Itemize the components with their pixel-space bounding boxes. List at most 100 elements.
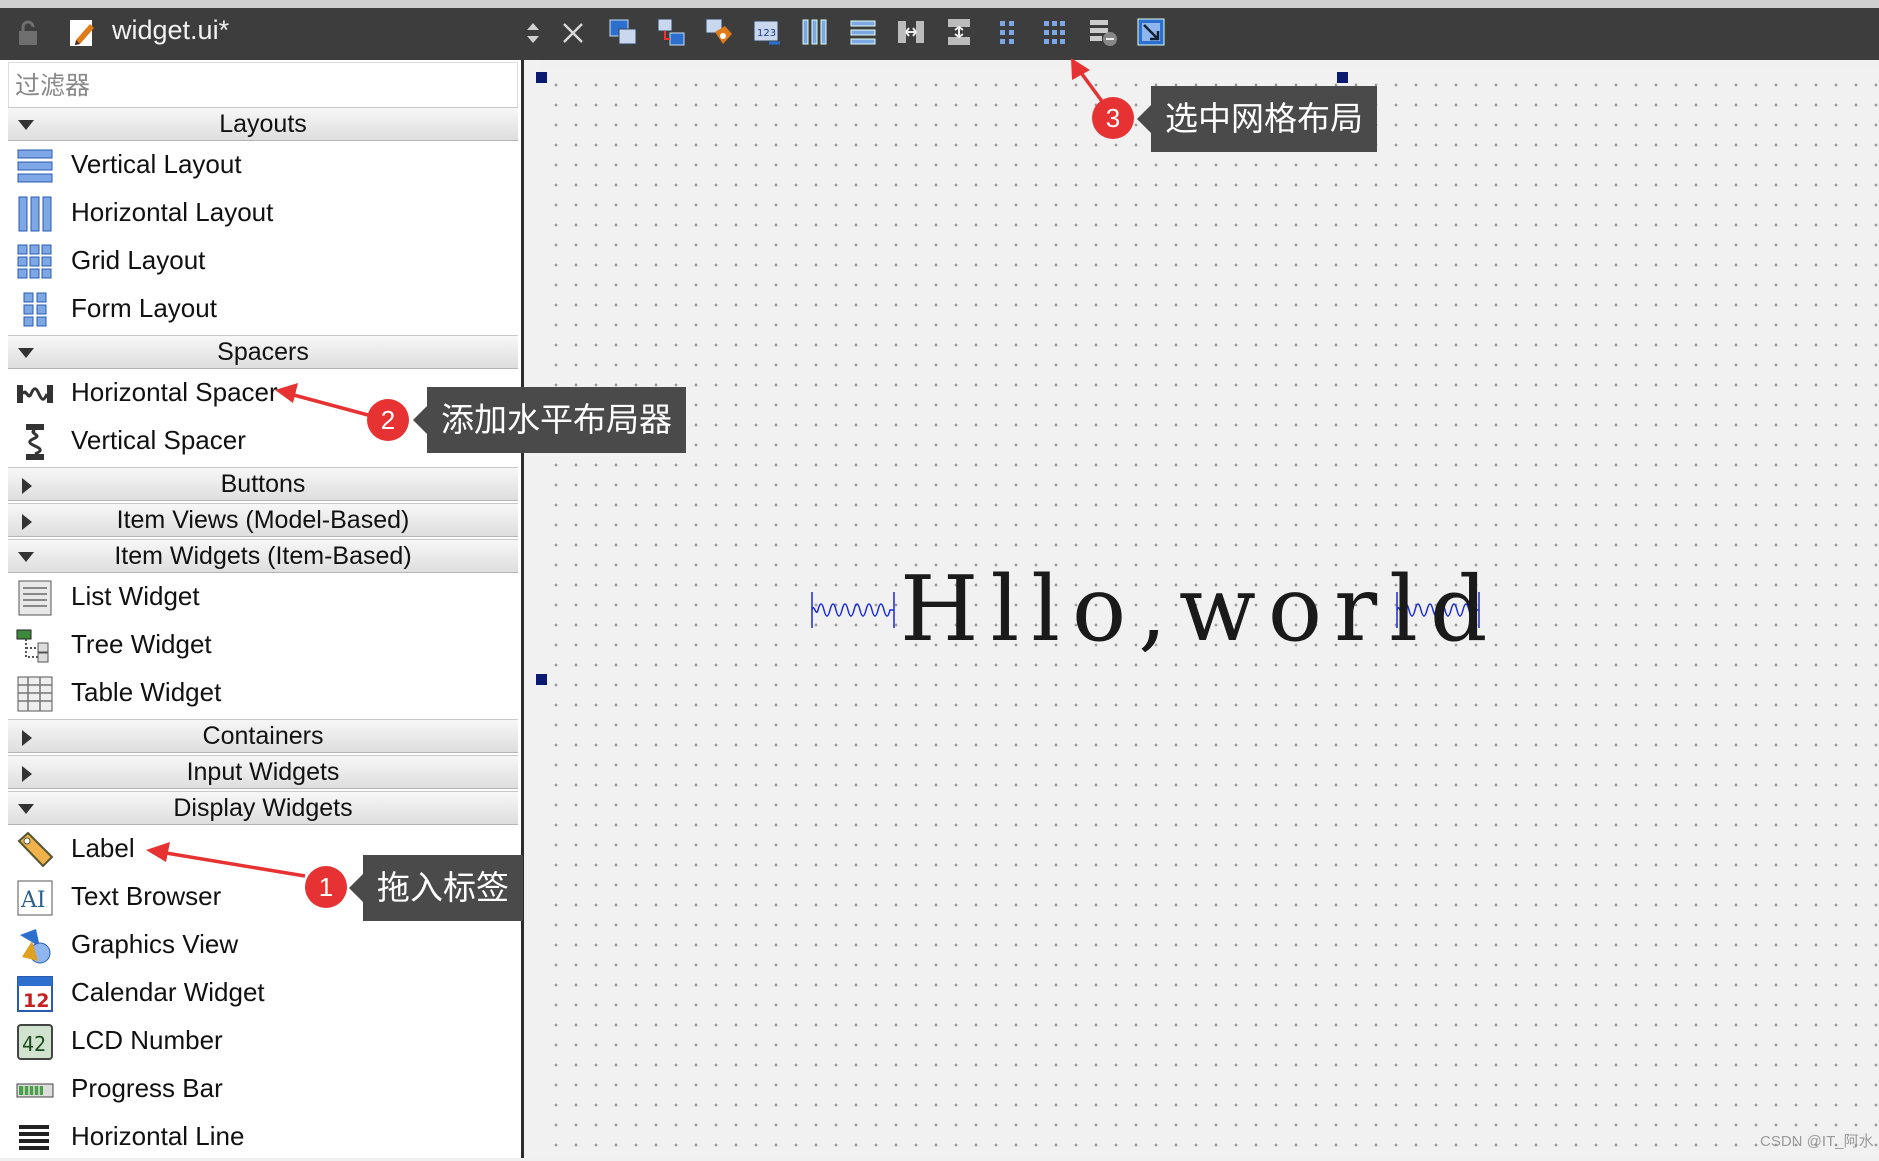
resize-handle-top-left[interactable] bbox=[536, 72, 547, 83]
edit-tab-order-icon[interactable]: 123 bbox=[751, 16, 783, 48]
widget-item-label: Vertical Spacer bbox=[71, 425, 246, 455]
widget-item-lcd-number[interactable]: 42 LCD Number bbox=[8, 1017, 518, 1065]
horizontal-layout-icon bbox=[18, 196, 52, 232]
lcd-number-icon: 42 bbox=[17, 1024, 53, 1060]
svg-text:123: 123 bbox=[757, 28, 776, 39]
horizontal-line-icon bbox=[19, 1125, 49, 1150]
file-name-label: widget.ui* bbox=[112, 15, 230, 45]
label-tag-icon bbox=[17, 831, 54, 868]
category-label: Layouts bbox=[219, 110, 307, 138]
lock-icon[interactable] bbox=[18, 20, 38, 46]
list-widget-icon bbox=[18, 580, 52, 616]
expanded-arrow-icon bbox=[18, 120, 34, 130]
edit-signals-slots-icon[interactable] bbox=[655, 16, 687, 48]
layout-vertical-icon[interactable] bbox=[847, 16, 879, 48]
widget-item-label: Progress Bar bbox=[71, 1073, 223, 1103]
layout-vertical-splitter-icon[interactable] bbox=[943, 16, 975, 48]
widget-item-label: Horizontal Layout bbox=[71, 197, 274, 227]
widget-item-label: Horizontal Line bbox=[71, 1121, 245, 1151]
widget-item-vertical-layout[interactable]: Vertical Layout bbox=[8, 141, 518, 189]
category-label: Display Widgets bbox=[173, 794, 353, 822]
form-layout-icon bbox=[23, 292, 47, 327]
widget-item-grid-layout[interactable]: Grid Layout bbox=[8, 237, 518, 285]
callout-select-grid-layout: 选中网格布局 bbox=[1137, 86, 1377, 152]
category-label: Item Widgets (Item-Based) bbox=[114, 542, 412, 570]
category-item-widgets[interactable]: Item Widgets (Item-Based) bbox=[8, 539, 518, 573]
category-containers[interactable]: Containers bbox=[8, 719, 518, 753]
graphics-view-icon bbox=[20, 929, 51, 964]
filter-input[interactable] bbox=[9, 63, 525, 109]
widget-item-label: Graphics View bbox=[71, 929, 239, 959]
callout-add-horizontal-spacer: 添加水平布局器 bbox=[413, 387, 686, 453]
adjust-size-icon[interactable] bbox=[1135, 16, 1167, 48]
horizontal-spacer-icon bbox=[17, 385, 53, 403]
step-badge-2: 2 bbox=[367, 399, 409, 441]
svg-text:12: 12 bbox=[23, 990, 49, 1012]
widget-item-calendar-widget[interactable]: 12 Calendar Widget bbox=[8, 969, 518, 1017]
widget-item-horizontal-layout[interactable]: Horizontal Layout bbox=[8, 189, 518, 237]
calendar-icon: 12 bbox=[17, 976, 53, 1012]
collapsed-arrow-icon bbox=[22, 478, 32, 494]
vertical-layout-icon bbox=[17, 149, 53, 183]
widget-item-horizontal-line[interactable]: Horizontal Line bbox=[8, 1113, 518, 1161]
break-layout-icon[interactable] bbox=[1087, 16, 1119, 48]
collapsed-arrow-icon bbox=[22, 730, 32, 746]
text-browser-icon: AI bbox=[17, 880, 53, 916]
step-badge-3: 3 bbox=[1092, 97, 1134, 139]
widget-filter-field[interactable] bbox=[8, 62, 525, 109]
category-item-views[interactable]: Item Views (Model-Based) bbox=[8, 503, 518, 537]
category-display-widgets[interactable]: Display Widgets bbox=[8, 791, 518, 825]
grid-layout-icon bbox=[17, 244, 52, 279]
category-layouts[interactable]: Layouts bbox=[8, 107, 518, 141]
widget-item-list-widget[interactable]: List Widget bbox=[8, 573, 518, 621]
widget-item-label: Tree Widget bbox=[71, 629, 212, 659]
widget-item-progress-bar[interactable]: Progress Bar bbox=[8, 1065, 518, 1113]
widget-item-graphics-view[interactable]: Graphics View bbox=[8, 921, 518, 969]
ui-file-icon bbox=[70, 20, 94, 46]
widget-item-form-layout[interactable]: Form Layout bbox=[8, 285, 518, 333]
watermark-text: CSDN @IT_阿水 bbox=[1760, 1133, 1874, 1150]
category-input-widgets[interactable]: Input Widgets bbox=[8, 755, 518, 789]
vertical-spacer-icon bbox=[26, 424, 44, 460]
form-label-widget[interactable]: Hllo,world bbox=[900, 557, 1500, 662]
progress-bar-icon bbox=[16, 1083, 54, 1098]
layout-form-icon[interactable] bbox=[991, 16, 1023, 48]
expanded-arrow-icon bbox=[18, 552, 34, 562]
widget-item-label: Table Widget bbox=[71, 677, 222, 707]
layout-horizontal-icon[interactable] bbox=[799, 16, 831, 48]
category-spacers[interactable]: Spacers bbox=[8, 335, 518, 369]
widget-item-label: Vertical Layout bbox=[71, 149, 242, 179]
resize-handle-left[interactable] bbox=[536, 674, 547, 685]
svg-text:AI: AI bbox=[20, 888, 46, 913]
category-label: Buttons bbox=[220, 470, 306, 498]
widget-item-table-widget[interactable]: Table Widget bbox=[8, 669, 518, 717]
step-badge-1: 1 bbox=[305, 866, 347, 908]
widget-item-label: Form Layout bbox=[71, 293, 217, 323]
widget-item-label-text: Label bbox=[71, 833, 135, 863]
expanded-arrow-icon bbox=[18, 804, 34, 814]
collapsed-arrow-icon bbox=[22, 514, 32, 530]
category-label: Item Views (Model-Based) bbox=[116, 506, 410, 534]
category-label: Input Widgets bbox=[186, 758, 340, 786]
svg-text:42: 42 bbox=[22, 1032, 46, 1056]
widget-item-label: Text Browser bbox=[71, 881, 222, 911]
canvas-margin bbox=[524, 60, 541, 1158]
window-top-strip bbox=[0, 0, 1879, 8]
widget-item-label: Grid Layout bbox=[71, 245, 206, 275]
edit-widgets-icon[interactable] bbox=[607, 16, 639, 48]
form-horizontal-spacer-left[interactable] bbox=[810, 590, 896, 630]
edit-buddies-icon[interactable] bbox=[703, 16, 735, 48]
resize-handle-top[interactable] bbox=[1337, 72, 1348, 83]
category-buttons[interactable]: Buttons bbox=[8, 467, 518, 501]
layout-grid-icon[interactable] bbox=[1039, 16, 1071, 48]
widget-item-tree-widget[interactable]: Tree Widget bbox=[8, 621, 518, 669]
tree-widget-icon bbox=[16, 629, 49, 663]
widget-item-label: List Widget bbox=[71, 581, 200, 611]
widget-item-label: Calendar Widget bbox=[71, 977, 265, 1007]
close-file-icon[interactable] bbox=[560, 20, 586, 46]
collapsed-arrow-icon bbox=[22, 766, 32, 782]
table-widget-icon bbox=[17, 676, 53, 712]
file-switcher-arrows-icon[interactable] bbox=[524, 18, 542, 48]
widget-item-label: Horizontal Spacer bbox=[71, 377, 278, 407]
layout-horizontal-splitter-icon[interactable] bbox=[895, 16, 927, 48]
